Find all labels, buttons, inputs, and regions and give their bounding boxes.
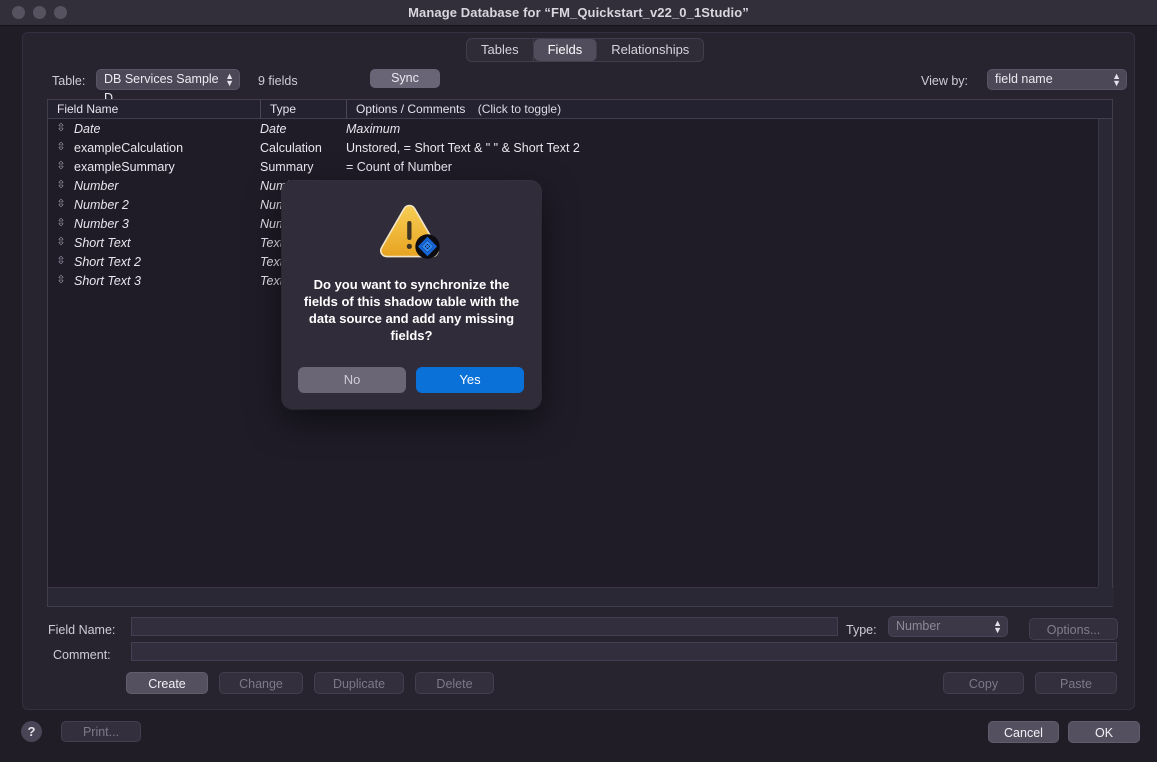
cell-field-name: exampleSummary: [74, 159, 175, 174]
main-panel: Tables Fields Relationships Table: DB Se…: [22, 32, 1135, 710]
cell-field-name: Short Text 3: [74, 273, 141, 288]
tab-tables[interactable]: Tables: [467, 39, 534, 61]
view-by-select[interactable]: field name ▲ ▼: [987, 69, 1127, 90]
cell-field-options[interactable]: Unstored, = Short Text & " " & Short Tex…: [346, 141, 1112, 155]
tab-fields[interactable]: Fields: [533, 39, 598, 61]
list-vertical-scrollbar[interactable]: [1098, 119, 1112, 588]
field-name-label: Field Name:: [48, 623, 116, 637]
sync-confirm-dialog: Do you want to synchronize the fields of…: [282, 181, 541, 409]
drag-handle-icon[interactable]: ⇳: [48, 252, 74, 271]
cell-field-name: Short Text 2: [74, 254, 141, 269]
table-row[interactable]: ⇳ Short Text Text: [48, 233, 1112, 252]
warning-triangle-icon: [379, 203, 445, 261]
copy-button[interactable]: Copy: [943, 672, 1024, 694]
comment-label: Comment:: [53, 648, 111, 662]
drag-handle-icon[interactable]: ⇳: [48, 138, 74, 157]
field-name-input[interactable]: [131, 617, 838, 636]
cell-field-name: Date: [74, 121, 101, 136]
column-header-field-name[interactable]: Field Name: [48, 100, 260, 119]
cell-field-type: Date: [260, 121, 287, 136]
sync-button[interactable]: Sync: [370, 69, 440, 88]
tab-relationships[interactable]: Relationships: [597, 39, 703, 61]
create-button[interactable]: Create: [126, 672, 208, 694]
fields-toolbar: Table: DB Services Sample D... ▲ ▼ 9 fiel…: [23, 69, 1136, 105]
tab-bar: Tables Fields Relationships: [466, 38, 705, 62]
table-select[interactable]: DB Services Sample D... ▲ ▼: [96, 69, 240, 105]
cell-field-name: Short Text: [74, 235, 131, 250]
column-header-options-hint: (Click to toggle): [477, 101, 562, 116]
print-button[interactable]: Print...: [61, 721, 141, 742]
view-by-label: View by:: [920, 74, 968, 88]
field-count-label: 9 fields: [258, 74, 298, 88]
window-titlebar: Manage Database for “FM_Quickstart_v22_0…: [0, 0, 1157, 26]
duplicate-button[interactable]: Duplicate: [314, 672, 404, 694]
manage-database-window: Manage Database for “FM_Quickstart_v22_0…: [0, 0, 1157, 762]
field-options-button[interactable]: Options...: [1029, 618, 1118, 640]
cell-field-name: exampleCalculation: [74, 140, 184, 155]
window-title: Manage Database for “FM_Quickstart_v22_0…: [408, 5, 749, 20]
field-type-value: Number: [896, 619, 941, 633]
table-row[interactable]: ⇳ exampleCalculation Calculation Unstored, …: [48, 138, 1112, 157]
paste-button[interactable]: Paste: [1035, 672, 1117, 694]
change-button[interactable]: Change: [219, 672, 303, 694]
drag-handle-icon[interactable]: ⇳: [48, 157, 74, 176]
cell-field-name: Number: [74, 178, 119, 193]
scrollbar-corner: [1098, 587, 1112, 606]
view-by-value: field name: [995, 72, 1053, 86]
cell-field-name: Number 2: [74, 197, 129, 212]
drag-handle-icon[interactable]: ⇳: [48, 214, 74, 233]
filemaker-badge-icon: [414, 234, 440, 259]
table-row[interactable]: ⇳ exampleSummary Summary = Count of Number: [48, 157, 1112, 176]
table-row[interactable]: ⇳Number 2Number: [48, 195, 1112, 214]
type-label: Type:: [846, 623, 877, 637]
drag-handle-icon[interactable]: ⇳: [48, 271, 74, 290]
list-horizontal-scrollbar[interactable]: [48, 587, 1114, 606]
table-row[interactable]: ⇳ Number Number: [48, 176, 1112, 195]
chevron-updown-icon: ▲ ▼: [993, 617, 1002, 635]
dialog-yes-button[interactable]: Yes: [416, 367, 524, 393]
cell-field-options[interactable]: = Count of Number: [346, 160, 1112, 174]
cell-field-type: Summary: [260, 159, 314, 174]
table-row[interactable]: ⇳ Short Text 2 Text: [48, 252, 1112, 271]
field-type-select[interactable]: Number ▲ ▼: [888, 616, 1008, 637]
cancel-button[interactable]: Cancel: [988, 721, 1059, 743]
delete-button[interactable]: Delete: [415, 672, 494, 694]
cell-field-type: Calculation: [260, 140, 322, 155]
fields-list: Field Name Type Options / Comments (Clic…: [47, 99, 1114, 607]
table-label: Table:: [52, 74, 86, 88]
column-header-options[interactable]: Options / Comments (Click to toggle): [346, 99, 1112, 119]
chevron-updown-icon: ▲ ▼: [1112, 70, 1121, 88]
drag-handle-icon[interactable]: ⇳: [48, 176, 74, 195]
table-row[interactable]: ⇳ Short Text 3 Text: [48, 271, 1112, 290]
dialog-button-row: No Yes: [298, 367, 524, 393]
drag-handle-icon[interactable]: ⇳: [48, 119, 74, 138]
table-row[interactable]: ⇳Number 3Number: [48, 214, 1112, 233]
column-header-type[interactable]: Type: [260, 99, 346, 119]
fields-list-header: Field Name Type Options / Comments (Clic…: [48, 99, 1112, 119]
chevron-updown-icon: ▲ ▼: [225, 70, 234, 88]
dialog-message: Do you want to synchronize the fields of…: [303, 277, 520, 343]
help-button[interactable]: ?: [21, 721, 42, 742]
ok-button[interactable]: OK: [1068, 721, 1140, 743]
comment-input[interactable]: [131, 642, 1117, 661]
table-row[interactable]: ⇳ Date Date Maximum: [48, 119, 1112, 138]
column-header-options-label: Options / Comments: [356, 101, 466, 116]
drag-handle-icon[interactable]: ⇳: [48, 233, 74, 252]
fields-list-rows: ⇳ Date Date Maximum ⇳ exampleCalculation Calcu…: [48, 119, 1112, 290]
cell-field-options[interactable]: Maximum: [346, 122, 1112, 136]
drag-handle-icon[interactable]: ⇳: [48, 195, 74, 214]
cell-field-name: Number 3: [74, 216, 129, 231]
dialog-no-button[interactable]: No: [298, 367, 406, 393]
